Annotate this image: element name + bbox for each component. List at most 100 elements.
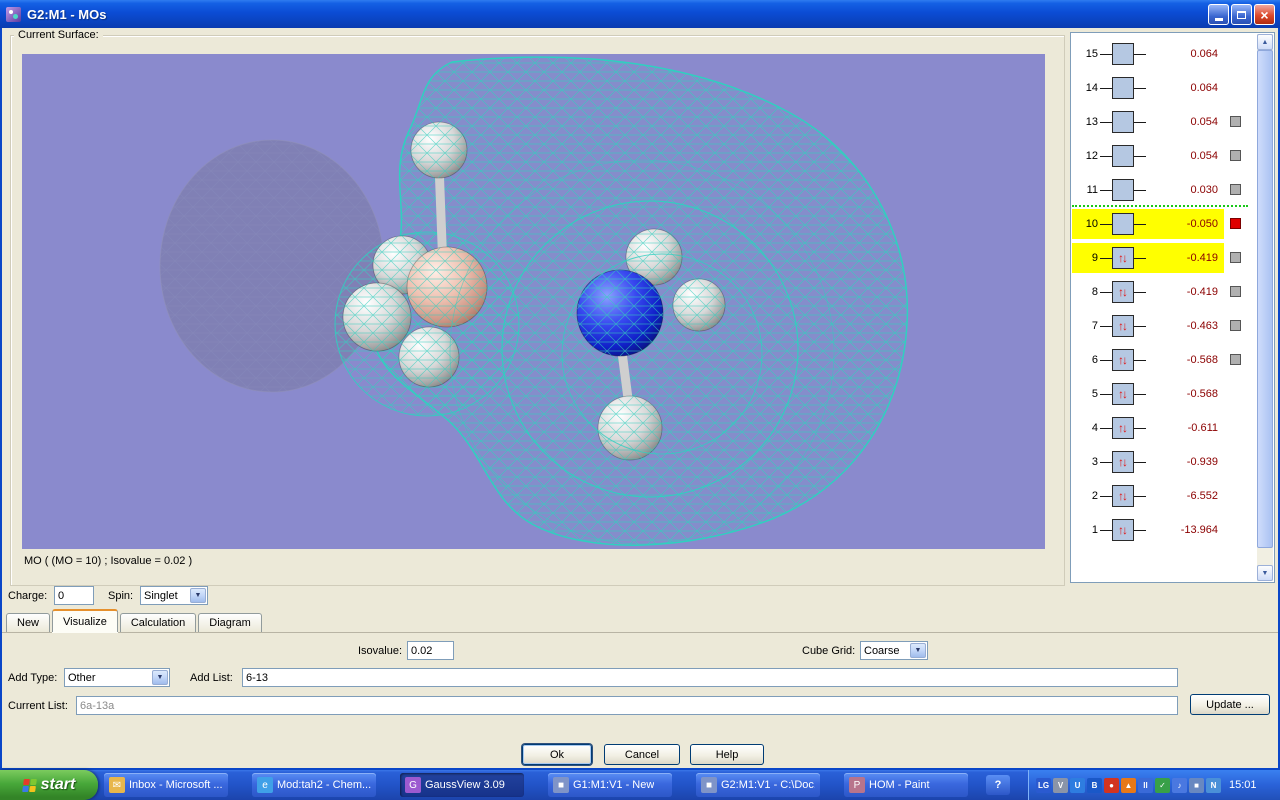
- help-button[interactable]: Help: [690, 744, 764, 765]
- mo-row-11[interactable]: 11 0.030: [1072, 173, 1258, 207]
- mo-energy: -6.552: [1186, 490, 1218, 502]
- cancel-button[interactable]: Cancel: [604, 744, 680, 765]
- shield-icon[interactable]: U: [1070, 777, 1085, 793]
- update-button[interactable]: Update ...: [1190, 694, 1270, 715]
- mo-row-10[interactable]: 10 -0.050: [1072, 207, 1258, 241]
- orbital-box[interactable]: ↑ ↓: [1112, 451, 1134, 473]
- help-taskbar-button[interactable]: ?: [986, 775, 1010, 795]
- connector-line: [1134, 189, 1146, 191]
- mo-row-band: 7 ↑ ↓ -0.463: [1072, 311, 1224, 341]
- scrollbar-thumb[interactable]: [1257, 50, 1273, 548]
- volume-icon[interactable]: ♪: [1172, 777, 1187, 793]
- mo-number: 11: [1086, 184, 1098, 196]
- mo-row-15[interactable]: 15 0.064: [1072, 37, 1258, 71]
- mo-select-checkbox[interactable]: [1230, 252, 1241, 263]
- mo-scrollbar[interactable]: ▲ ▼: [1257, 34, 1273, 581]
- connector-line: [1100, 427, 1112, 429]
- minimize-button[interactable]: [1208, 4, 1229, 25]
- dropdown-arrow-icon: ▼: [152, 670, 168, 685]
- antivirus-icon[interactable]: ●: [1104, 777, 1119, 793]
- mo-energy: 0.030: [1190, 184, 1218, 196]
- mo-row-6[interactable]: 6 ↑ ↓ -0.568: [1072, 343, 1258, 377]
- scroll-up-icon[interactable]: ▲: [1257, 34, 1273, 50]
- mo-row-1[interactable]: 1 ↑ ↓ -13.964: [1072, 513, 1258, 547]
- mo-row-5[interactable]: 5 ↑ ↓ -0.568: [1072, 377, 1258, 411]
- orbital-box[interactable]: [1112, 43, 1134, 65]
- mo-number: 4: [1091, 422, 1098, 434]
- taskbar-item[interactable]: ■ G2:M1:V1 - C:\Doc...: [696, 773, 820, 797]
- orbital-box[interactable]: [1112, 111, 1134, 133]
- taskbar-item[interactable]: ■ G1:M1:V1 - New: [548, 773, 672, 797]
- orbital-box[interactable]: ↑ ↓: [1112, 485, 1134, 507]
- scroll-down-icon[interactable]: ▼: [1257, 565, 1273, 581]
- tab-new[interactable]: New: [6, 613, 51, 632]
- isovalue-input[interactable]: [407, 641, 454, 660]
- mo-select-checkbox[interactable]: [1230, 354, 1241, 365]
- spin-select[interactable]: Singlet ▼: [140, 586, 208, 605]
- orbital-box[interactable]: [1112, 145, 1134, 167]
- connector-line: [1100, 393, 1112, 395]
- current-list-input: [76, 696, 1178, 715]
- mo-select-checkbox[interactable]: [1230, 286, 1241, 297]
- firewall-icon[interactable]: ▲: [1121, 777, 1136, 793]
- close-button[interactable]: ×: [1254, 4, 1275, 25]
- orbital-box[interactable]: [1112, 213, 1134, 235]
- maximize-button[interactable]: [1231, 4, 1252, 25]
- mo-row-12[interactable]: 12 0.054: [1072, 139, 1258, 173]
- mo-select-checkbox[interactable]: [1230, 320, 1241, 331]
- tab-visualize[interactable]: Visualize: [52, 609, 118, 632]
- status-ok-icon[interactable]: ✓: [1155, 777, 1170, 793]
- orbital-box[interactable]: ↑ ↓: [1112, 315, 1134, 337]
- taskbar-item[interactable]: P HOM - Paint: [844, 773, 968, 797]
- add-type-select[interactable]: Other ▼: [64, 668, 170, 687]
- connector-line: [1134, 223, 1146, 225]
- bluetooth-icon[interactable]: B: [1087, 777, 1102, 793]
- mo-row-band: 4 ↑ ↓ -0.611: [1072, 413, 1224, 443]
- taskbar-item[interactable]: G GaussView 3.09: [400, 773, 524, 797]
- charge-input[interactable]: [54, 586, 94, 605]
- lg-app-icon[interactable]: LG: [1036, 777, 1051, 793]
- connector-line: [1134, 461, 1146, 463]
- orbital-box[interactable]: ↑ ↓: [1112, 281, 1134, 303]
- vpn-icon[interactable]: V: [1053, 777, 1068, 793]
- mo-number: 15: [1085, 48, 1098, 60]
- gaussview-icon: G: [405, 777, 421, 793]
- display-icon[interactable]: ■: [1189, 777, 1204, 793]
- mo-row-13[interactable]: 13 0.054: [1072, 105, 1258, 139]
- tab-diagram[interactable]: Diagram: [198, 613, 262, 632]
- orbital-box[interactable]: ↑ ↓: [1112, 247, 1134, 269]
- mo-row-3[interactable]: 3 ↑ ↓ -0.939: [1072, 445, 1258, 479]
- mo-select-checkbox[interactable]: [1230, 150, 1241, 161]
- ok-button[interactable]: Ok: [522, 744, 592, 765]
- mo-row-9[interactable]: 9 ↑ ↓ -0.419: [1072, 241, 1258, 275]
- orbital-box[interactable]: ↑ ↓: [1112, 519, 1134, 541]
- mo-select-checkbox[interactable]: [1230, 218, 1241, 229]
- connector-line: [1100, 257, 1112, 259]
- orbital-box[interactable]: ↑ ↓: [1112, 349, 1134, 371]
- cube-grid-select[interactable]: Coarse ▼: [860, 641, 928, 660]
- taskbar-item-label: G2:M1:V1 - C:\Doc...: [721, 779, 815, 791]
- signal-icon[interactable]: ll: [1138, 777, 1153, 793]
- mo-row-4[interactable]: 4 ↑ ↓ -0.611: [1072, 411, 1258, 445]
- mo-row-14[interactable]: 14 0.064: [1072, 71, 1258, 105]
- orbital-box[interactable]: [1112, 179, 1134, 201]
- mo-select-checkbox[interactable]: [1230, 116, 1241, 127]
- orbital-box[interactable]: ↑ ↓: [1112, 417, 1134, 439]
- taskbar-item[interactable]: ✉ Inbox - Microsoft ...: [104, 773, 228, 797]
- title-bar[interactable]: G2:M1 - MOs ×: [0, 0, 1280, 28]
- outlook-icon: ✉: [109, 777, 125, 793]
- spin-down-arrow-icon: ↓: [1122, 353, 1128, 367]
- mo-row-2[interactable]: 2 ↑ ↓ -6.552: [1072, 479, 1258, 513]
- mo-row-8[interactable]: 8 ↑ ↓ -0.419: [1072, 275, 1258, 309]
- orbital-box[interactable]: ↑ ↓: [1112, 383, 1134, 405]
- molecule-viewport[interactable]: [22, 54, 1045, 549]
- connector-line: [1100, 189, 1112, 191]
- taskbar-item[interactable]: e Mod:tah2 - Chem...: [252, 773, 376, 797]
- mo-select-checkbox[interactable]: [1230, 184, 1241, 195]
- add-list-input[interactable]: [242, 668, 1178, 687]
- orbital-box[interactable]: [1112, 77, 1134, 99]
- mo-row-7[interactable]: 7 ↑ ↓ -0.463: [1072, 309, 1258, 343]
- network-icon[interactable]: N: [1206, 777, 1221, 793]
- tab-calculation[interactable]: Calculation: [119, 613, 197, 632]
- start-button[interactable]: start: [0, 770, 98, 800]
